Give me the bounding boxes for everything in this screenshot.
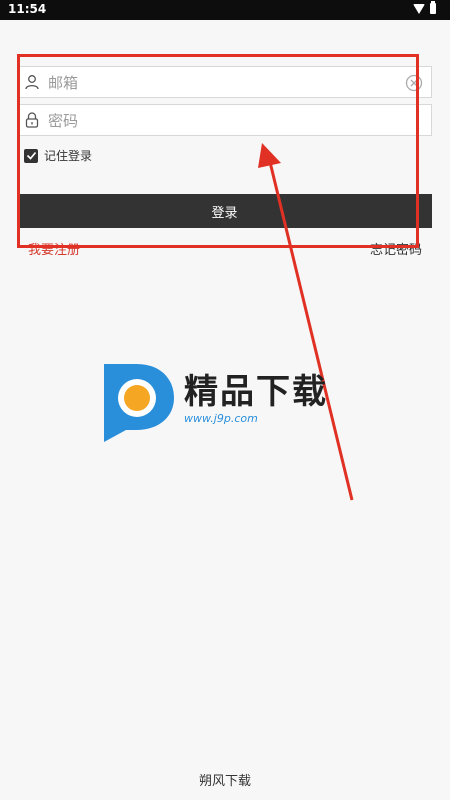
logo-icon: [104, 364, 174, 442]
clear-icon[interactable]: [405, 74, 423, 92]
remember-checkbox[interactable]: [24, 148, 38, 163]
checkmark-icon: [26, 151, 36, 160]
battery-icon: [430, 1, 436, 14]
status-icons: [413, 1, 436, 14]
brand-logo: 精品下载 www.j9p.com: [100, 358, 350, 448]
logo-url: www.j9p.com: [184, 412, 258, 425]
status-time: 11:54: [8, 2, 47, 16]
register-link[interactable]: 我要注册: [28, 239, 80, 258]
password-input[interactable]: [46, 105, 410, 137]
password-field[interactable]: [17, 104, 432, 137]
remember-label: 记住登录: [44, 149, 93, 163]
wifi-icon: [413, 3, 425, 14]
logo-title: 精品下载: [184, 372, 328, 412]
login-button[interactable]: 登录: [17, 194, 432, 228]
person-icon: [25, 75, 39, 90]
footer-text: 朔风下载: [198, 774, 251, 789]
forgot-password-link[interactable]: 忘记密码: [370, 239, 422, 258]
lock-icon: [25, 112, 39, 128]
email-input[interactable]: [46, 67, 410, 99]
email-field[interactable]: [17, 66, 432, 99]
remember-login[interactable]: 记住登录: [24, 147, 92, 164]
status-bar: 11:54: [0, 0, 450, 20]
